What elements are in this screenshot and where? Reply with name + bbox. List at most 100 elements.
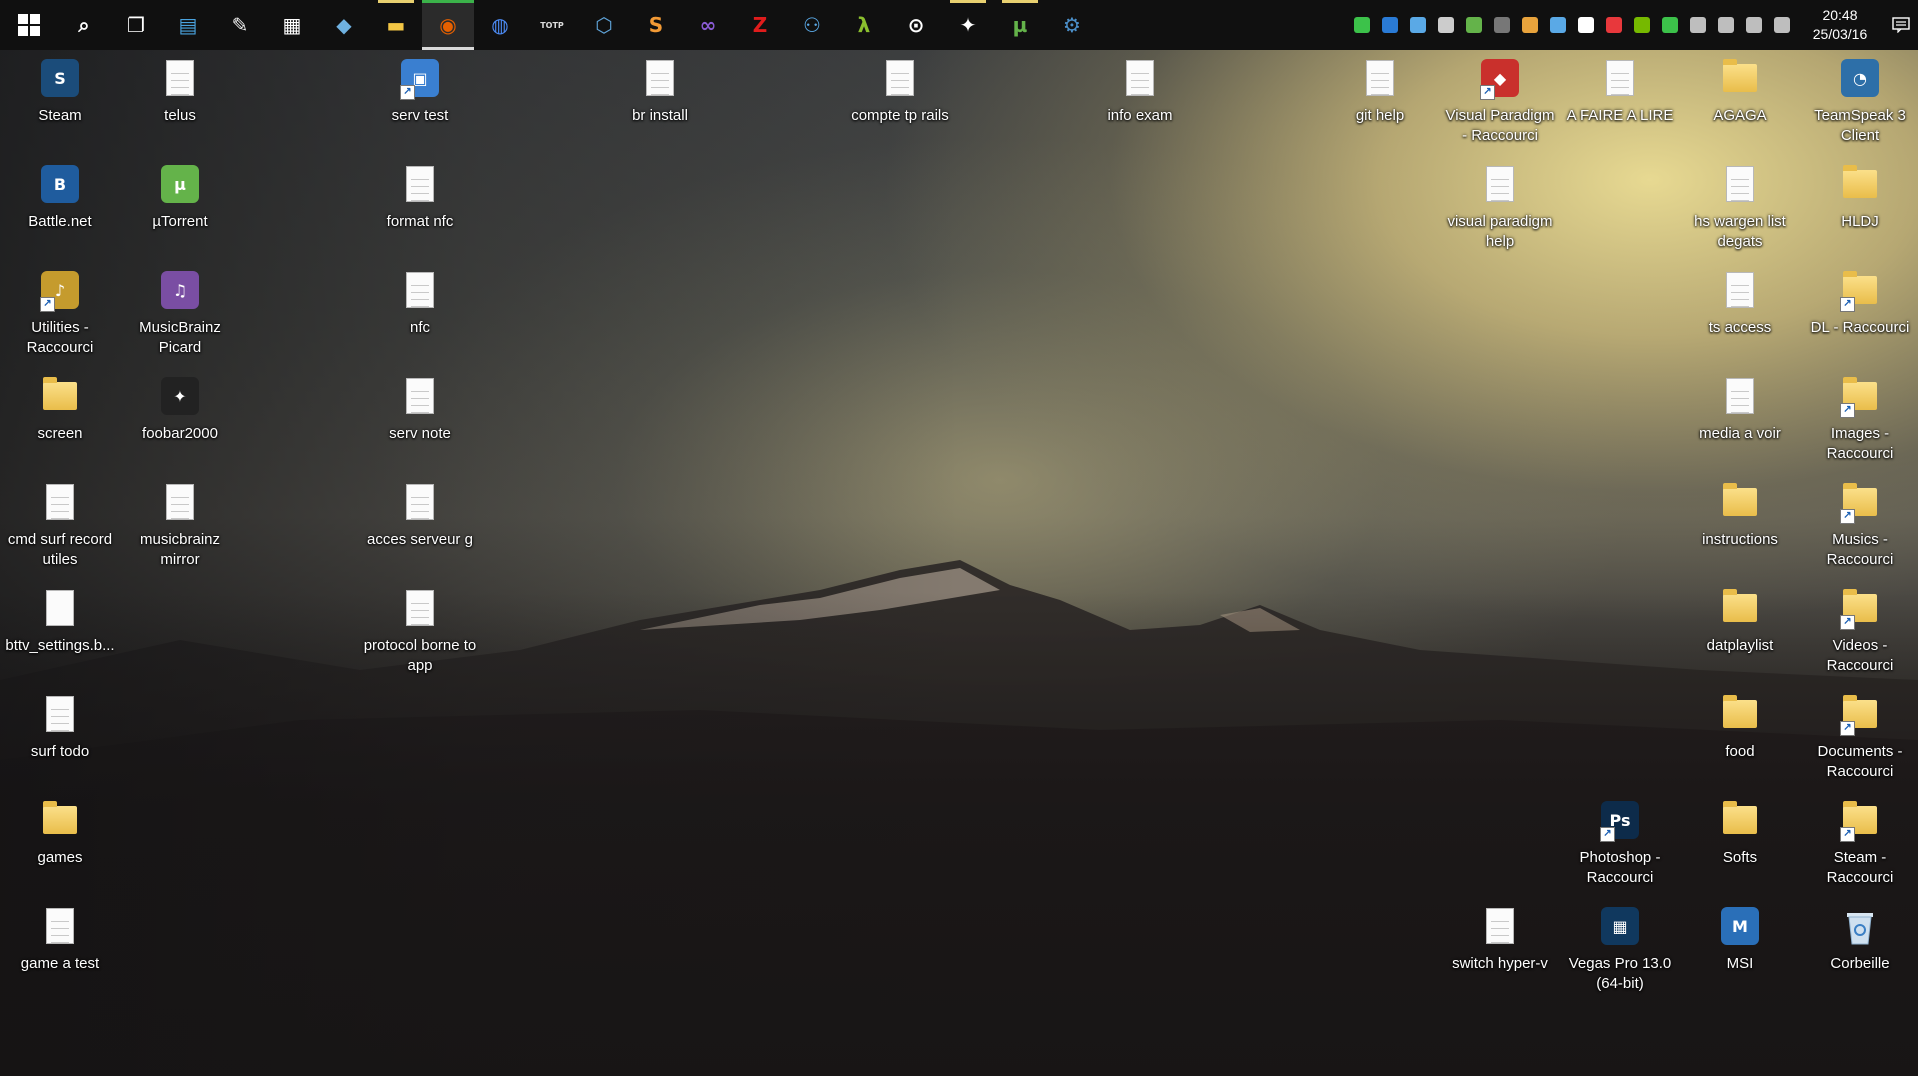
desktop-icon-info-exam[interactable]: info exam bbox=[1085, 56, 1195, 126]
tray-icon[interactable] bbox=[1746, 17, 1762, 33]
desktop-icon-steam-raccourci[interactable]: ↗ Steam - Raccourci bbox=[1805, 798, 1915, 888]
desktop-icon-dl-raccourci[interactable]: ↗ DL - Raccourci bbox=[1805, 268, 1915, 338]
desktop-icon-cmd-surf-record-utiles[interactable]: cmd surf record utiles bbox=[5, 480, 115, 570]
desktop-icon-hldj[interactable]: HLDJ bbox=[1805, 162, 1915, 232]
tray-icon[interactable] bbox=[1606, 17, 1622, 33]
desktop-icon-torrent[interactable]: µ µTorrent bbox=[125, 162, 235, 232]
tray-icon[interactable] bbox=[1522, 17, 1538, 33]
desktop-icon-steam[interactable]: S Steam bbox=[5, 56, 115, 126]
tray-icon[interactable] bbox=[1466, 17, 1482, 33]
desktop-icon-acces-serveur-g[interactable]: acces serveur g bbox=[365, 480, 475, 550]
taskbar-firefox-button[interactable]: ◉ bbox=[422, 0, 474, 50]
text-document-icon bbox=[38, 692, 82, 736]
desktop-icon-agaga[interactable]: AGAGA bbox=[1685, 56, 1795, 126]
desktop-icon-musicbrainz-picard[interactable]: ♫ MusicBrainz Picard bbox=[125, 268, 235, 358]
desktop-icon-datplaylist[interactable]: datplaylist bbox=[1685, 586, 1795, 656]
taskbar-task-view-button[interactable]: ❐ bbox=[110, 0, 162, 50]
action-center-button[interactable] bbox=[1884, 0, 1918, 50]
tray-icon[interactable] bbox=[1662, 17, 1678, 33]
taskbar-lambda-button[interactable]: λ bbox=[838, 0, 890, 50]
notepad-icon: ◆ bbox=[336, 13, 352, 37]
taskbar-virtualbox-button[interactable]: ⬡ bbox=[578, 0, 630, 50]
desktop-icon-game-a-test[interactable]: game a test bbox=[5, 904, 115, 974]
desktop-icon-corbeille[interactable]: Corbeille bbox=[1805, 904, 1915, 974]
start-button[interactable] bbox=[0, 0, 58, 50]
taskbar-control-panel-button[interactable]: ▤ bbox=[162, 0, 214, 50]
desktop-icon-instructions[interactable]: instructions bbox=[1685, 480, 1795, 550]
desktop-icon-hs-wargen-list-degats[interactable]: hs wargen list degats bbox=[1685, 162, 1795, 252]
desktop-icon-format-nfc[interactable]: format nfc bbox=[365, 162, 475, 232]
desktop-icon-foobar2000[interactable]: ✦ foobar2000 bbox=[125, 374, 235, 444]
desktop-icon-telus[interactable]: telus bbox=[125, 56, 235, 126]
desktop-icon-musics-raccourci[interactable]: ↗ Musics - Raccourci bbox=[1805, 480, 1915, 570]
totp-icon: TOTP bbox=[540, 20, 564, 30]
desktop-icon-serv-test[interactable]: ▣ ↗ serv test bbox=[365, 56, 475, 126]
firefox-icon: ◉ bbox=[439, 13, 457, 37]
desktop-icon-label: MSI bbox=[1726, 955, 1754, 972]
desktop-icon-utilities-raccourci[interactable]: ♪ ↗ Utilities - Raccourci bbox=[5, 268, 115, 358]
desktop-icon-photoshop-raccourci[interactable]: Ps ↗ Photoshop - Raccourci bbox=[1565, 798, 1675, 888]
tray-icon[interactable] bbox=[1438, 17, 1454, 33]
desktop-icon-nfc[interactable]: nfc bbox=[365, 268, 475, 338]
taskbar-foobar2000-button[interactable]: ✦ bbox=[942, 0, 994, 50]
desktop-icon-git-help[interactable]: git help bbox=[1325, 56, 1435, 126]
desktop-icon-media-a-voir[interactable]: media a voir bbox=[1685, 374, 1795, 444]
taskbar-notepad-button[interactable]: ◆ bbox=[318, 0, 370, 50]
desktop-icon-a-faire-a-lire[interactable]: A FAIRE A LIRE bbox=[1565, 56, 1675, 126]
taskbar-utorrent-button[interactable]: µ bbox=[994, 0, 1046, 50]
desktop-icon-compte-tp-rails[interactable]: compte tp rails bbox=[845, 56, 955, 126]
taskbar-media-button[interactable]: ⊙ bbox=[890, 0, 942, 50]
desktop-icon-serv-note[interactable]: serv note bbox=[365, 374, 475, 444]
folder-icon bbox=[38, 798, 82, 842]
tray-icon[interactable] bbox=[1550, 17, 1566, 33]
desktop-icon-musicbrainz-mirror[interactable]: musicbrainz mirror bbox=[125, 480, 235, 570]
tray-icon[interactable] bbox=[1774, 17, 1790, 33]
desktop-icon-msi[interactable]: M MSI bbox=[1685, 904, 1795, 974]
shortcut-arrow-icon: ↗ bbox=[40, 297, 55, 312]
taskbar-chrome-button[interactable]: ◍ bbox=[474, 0, 526, 50]
desktop-icon-documents-raccourci[interactable]: ↗ Documents - Raccourci bbox=[1805, 692, 1915, 782]
taskbar-search-button[interactable]: ⌕ bbox=[58, 0, 110, 50]
desktop-icon-images-raccourci[interactable]: ↗ Images - Raccourci bbox=[1805, 374, 1915, 464]
desktop-icon-visual-paradigm-help[interactable]: visual paradigm help bbox=[1445, 162, 1555, 252]
tray-icon[interactable] bbox=[1718, 17, 1734, 33]
desktop-icon-bttv-settings-b[interactable]: bttv_settings.b... bbox=[5, 586, 115, 656]
taskbar-totp-button[interactable]: TOTP bbox=[526, 0, 578, 50]
taskbar-filezilla-button[interactable]: Z bbox=[734, 0, 786, 50]
serv-test-app-icon: ▣ ↗ bbox=[398, 56, 442, 100]
paint-icon: ✎ bbox=[231, 13, 249, 37]
desktop-icon-br-install[interactable]: br install bbox=[605, 56, 715, 126]
taskbar-visual-studio-button[interactable]: ∞ bbox=[682, 0, 734, 50]
desktop-icon-softs[interactable]: Softs bbox=[1685, 798, 1795, 868]
control-panel-icon: ▤ bbox=[178, 13, 198, 37]
desktop-icon-label: telus bbox=[164, 107, 196, 124]
tray-icon[interactable] bbox=[1494, 17, 1510, 33]
desktop-icon-food[interactable]: food bbox=[1685, 692, 1795, 762]
desktop-icon-surf-todo[interactable]: surf todo bbox=[5, 692, 115, 762]
tray-icon[interactable] bbox=[1578, 17, 1594, 33]
taskbar-paint-button[interactable]: ✎ bbox=[214, 0, 266, 50]
tray-icon[interactable] bbox=[1410, 17, 1426, 33]
desktop-icon-videos-raccourci[interactable]: ↗ Videos - Raccourci bbox=[1805, 586, 1915, 676]
clock[interactable]: 20:48 25/03/16 bbox=[1796, 0, 1884, 50]
tray-icon[interactable] bbox=[1354, 17, 1370, 33]
clock-date: 25/03/16 bbox=[1812, 26, 1868, 42]
taskbar-steam-button[interactable]: ⚙ bbox=[1046, 0, 1098, 50]
desktop-icon-games[interactable]: games bbox=[5, 798, 115, 868]
taskbar-file-explorer-button[interactable]: ▬ bbox=[370, 0, 422, 50]
desktop-icon-battle-net[interactable]: B Battle.net bbox=[5, 162, 115, 232]
text-document-icon bbox=[1718, 374, 1762, 418]
taskbar-sublime-text-button[interactable]: S bbox=[630, 0, 682, 50]
desktop-icon-visual-paradigm-raccourci[interactable]: ◆ ↗ Visual Paradigm - Raccourci bbox=[1445, 56, 1555, 146]
desktop-icon-teamspeak-3-client[interactable]: ◔ TeamSpeak 3 Client bbox=[1805, 56, 1915, 146]
desktop-icon-switch-hyper-v[interactable]: switch hyper-v bbox=[1445, 904, 1555, 974]
tray-icon[interactable] bbox=[1690, 17, 1706, 33]
tray-icon[interactable] bbox=[1382, 17, 1398, 33]
tray-icon[interactable] bbox=[1634, 17, 1650, 33]
desktop-icon-vegas-pro-13-0-64-bit[interactable]: ▦ Vegas Pro 13.0 (64-bit) bbox=[1565, 904, 1675, 994]
taskbar-network-button[interactable]: ⚇ bbox=[786, 0, 838, 50]
desktop-icon-ts-access[interactable]: ts access bbox=[1685, 268, 1795, 338]
taskbar-calculator-button[interactable]: ▦ bbox=[266, 0, 318, 50]
desktop-icon-protocol-borne-to-app[interactable]: protocol borne to app bbox=[364, 586, 476, 676]
desktop-icon-screen[interactable]: screen bbox=[5, 374, 115, 444]
